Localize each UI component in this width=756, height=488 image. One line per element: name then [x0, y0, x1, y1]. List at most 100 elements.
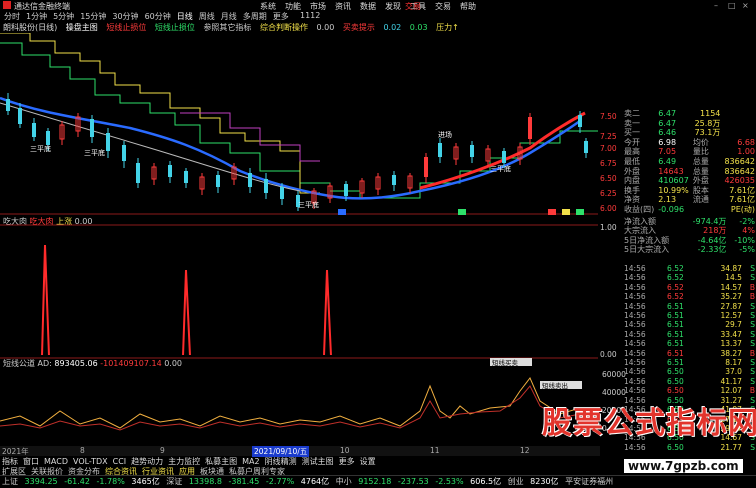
indicator-tab[interactable]: 指标 [2, 457, 18, 466]
period-tab[interactable]: 30分钟 [112, 11, 138, 22]
indicator-tab[interactable]: CCI [113, 457, 127, 466]
period-tab[interactable]: 15分钟 [80, 11, 106, 22]
menu-trade[interactable]: 交易 [435, 2, 451, 11]
indicator-tab[interactable]: 设置 [360, 457, 376, 466]
sub2-line-red [0, 385, 598, 431]
index-name[interactable]: 上证 [2, 477, 18, 486]
index-name[interactable]: 创业 [508, 477, 524, 486]
index-value: 3394.25 [24, 477, 58, 486]
annotation: 三平底 [298, 200, 319, 209]
menu-discover[interactable]: 发现 [385, 2, 401, 11]
main-kline-chart[interactable]: 三平底 三平底 进场 三平底 三平底 [0, 33, 598, 215]
menu-data[interactable]: 数据 [360, 2, 376, 11]
annotation: 三平底 [490, 164, 511, 173]
annotation: 进场 [438, 130, 452, 139]
period-tab[interactable]: 月线 [221, 11, 237, 22]
time-axis-mark: 8 [80, 446, 85, 455]
index-percent: -2.77% [265, 477, 295, 486]
indicator-tab[interactable]: 更多 [339, 457, 355, 466]
price-axis-label: 7.25 [600, 132, 617, 141]
flow-row: 5日大宗流入 -2.33亿 -5% [624, 245, 755, 255]
indicator-tab[interactable]: 测试主图 [302, 457, 334, 466]
sub1-axis-label: 0.00 [600, 350, 617, 359]
index-volume: 3465亿 [131, 477, 160, 486]
index-percent: -2.53% [435, 477, 464, 486]
indicator-tab[interactable]: VOL-TDX [73, 457, 108, 466]
index-change: -381.45 [228, 477, 260, 486]
period-tab[interactable]: 分时 [4, 11, 20, 22]
sub2-tag: 短线买卖 [492, 358, 519, 367]
watermark-text: 股票公式指标网 [542, 406, 756, 441]
quote-panel: 卖二 6.47 1154 卖一 6.47 25.8万 买一 6.46 73.1万 今开 6.9… [623, 109, 756, 255]
sub1-chart[interactable] [0, 215, 598, 355]
legend-item: 买卖提示 [342, 23, 375, 32]
stock-name: 朗科股份(日线) [3, 23, 58, 32]
legend-item: 短线止损位 [154, 23, 195, 32]
stop-line-purple [180, 112, 320, 162]
tick-row: 14:56 6.51 12.57 S [624, 311, 755, 321]
period-tab[interactable]: 60分钟 [145, 11, 171, 22]
time-axis-mark: 11 [430, 446, 440, 455]
tick-row: 14:56 6.50 21.77 S [624, 442, 755, 452]
menu-info[interactable]: 资讯 [335, 2, 351, 11]
price-axis-label: 6.75 [600, 159, 617, 168]
price-axis-label: 7.50 [600, 112, 617, 121]
quote-row: 最高 7.05 量比 1.00 [624, 147, 755, 157]
menu-help[interactable]: 帮助 [460, 2, 476, 11]
annotation: 三平底 [84, 148, 105, 157]
tick-row: 14:56 6.52 14.57 B [624, 282, 755, 292]
indicator-tabs: 指标 窗口 MACD VOL-TDX CCI 趋势动力 主力监控 私募主图 MA2 阴线精测 测试主… [0, 456, 600, 466]
price-axis-label: 6.00 [600, 204, 617, 213]
index-change: -61.42 [64, 477, 90, 486]
index-name[interactable]: 中小 [336, 477, 352, 486]
menu-market[interactable]: 市场 [310, 2, 326, 11]
app-logo-icon [3, 1, 11, 9]
price-axis-label: 6.50 [600, 174, 617, 183]
quote-row: 换手 10.99% 股本 7.61亿 [624, 185, 755, 195]
indicator-tab[interactable]: 主力监控 [168, 457, 200, 466]
main-indicator-name[interactable]: 操盘主图 [66, 23, 98, 32]
period-tab[interactable]: 1分钟 [26, 11, 47, 22]
indicator-tab[interactable]: 趋势动力 [131, 457, 163, 466]
price-axis-label: 6.25 [600, 189, 617, 198]
main-indicator-legend: 朗科股份(日线) 操盘主图 短线止损位 短线止损位 参照其它指标 综合判断操作 … [0, 22, 756, 33]
period-tab[interactable]: 周线 [199, 11, 215, 22]
quote-row: 外盘 14643 总量 836642 [624, 166, 755, 176]
period-tab[interactable]: 更多 [273, 11, 289, 22]
tick-row: 14:56 6.52 35.27 B [624, 292, 755, 302]
tick-row: 14:56 6.51 8.17 S [624, 358, 755, 368]
index-volume: 4764亿 [300, 477, 330, 486]
quote-row: 卖一 6.47 25.8万 [624, 118, 721, 128]
index-value: 9152.18 [358, 477, 392, 486]
indicator-tab[interactable]: MA2 [242, 457, 259, 466]
index-volume: 606.5亿 [470, 477, 502, 486]
index-name[interactable]: 深证 [166, 477, 182, 486]
tick-row: 14:56 6.52 14.5 S [624, 273, 755, 283]
period-tab-selected[interactable]: 日线 [177, 11, 193, 22]
menu-system[interactable]: 系统 [260, 2, 276, 11]
legend-item: 短线止损位 [106, 23, 147, 32]
quote-row: 卖二 6.47 1154 [624, 109, 721, 118]
sub2-chart[interactable]: 短线买卖 短线卖出 [0, 356, 598, 446]
minimize-icon[interactable]: – [714, 1, 723, 10]
indicator-tab[interactable]: 阴线精测 [265, 457, 297, 466]
legend-item: 压力↑ [436, 23, 459, 32]
period-tab[interactable]: 多周期 [243, 11, 267, 22]
quote-row: 今开 6.98 均价 6.68 [624, 137, 755, 147]
flow-row: 大宗流入 218万 4% [624, 226, 755, 236]
period-tab[interactable]: 5分钟 [53, 11, 74, 22]
indicator-tab[interactable]: MACD [44, 457, 68, 466]
quote-row: 净资 2.13 流通 7.61亿 [624, 195, 755, 205]
menu-function[interactable]: 功能 [285, 2, 301, 11]
period-toolbar: 分时 1分钟 5分钟 15分钟 30分钟 60分钟 日线 周线 月线 多周期 更多 1112 [0, 11, 756, 22]
price-axis-label: 7.00 [600, 144, 617, 153]
indicator-tab[interactable]: 窗口 [23, 457, 39, 466]
flow-row: 净流入额 -974.4万 -2% [624, 216, 755, 226]
legend-item: 参照其它指标 [203, 23, 252, 32]
legend-item: 0.03 [409, 23, 428, 32]
close-icon[interactable]: × [742, 1, 751, 10]
legend-item: 0.02 [383, 23, 402, 32]
maximize-icon[interactable]: □ [728, 1, 737, 10]
indicator-tab[interactable]: 私募主图 [205, 457, 237, 466]
tick-row: 14:56 6.51 27.87 S [624, 301, 755, 311]
